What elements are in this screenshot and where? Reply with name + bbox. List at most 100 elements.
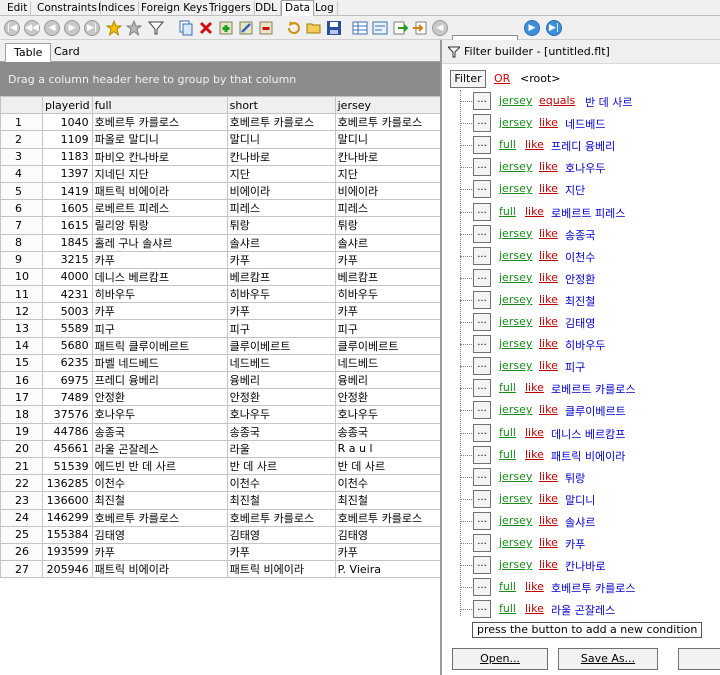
condition-menu-button[interactable]: ... (473, 401, 491, 420)
column-header-rownum[interactable] (0, 95, 43, 115)
jersey-cell[interactable]: 히바우두 (334, 285, 445, 304)
playerid-cell[interactable]: 205946 (42, 560, 93, 579)
limit-last-icon[interactable]: ▶| (546, 20, 562, 36)
jersey-cell[interactable]: 클루이베르트 (334, 336, 445, 355)
condition-menu-button[interactable]: ... (473, 335, 491, 354)
playerid-cell[interactable]: 37576 (42, 405, 93, 424)
filter-condition[interactable]: ... full like 데니스 베르캄프 (460, 423, 720, 443)
playerid-cell[interactable]: 136600 (42, 491, 93, 510)
full-cell[interactable]: 릴리앙 튀랑 (91, 216, 228, 235)
jersey-cell[interactable]: 김태영 (334, 525, 445, 544)
condition-field[interactable]: full (499, 448, 516, 461)
filter-condition[interactable]: ... jersey like 네드베드 (460, 113, 720, 133)
condition-field[interactable]: jersey (499, 403, 532, 416)
tab-edit[interactable]: Edit (4, 1, 32, 16)
full-cell[interactable]: 홀레 구나 솔샤르 (91, 233, 228, 252)
tab-data[interactable]: Data (281, 0, 315, 16)
tab-constraints[interactable]: Constraints (34, 1, 101, 16)
condition-value[interactable]: 로베르트 카를로스 (551, 381, 635, 397)
filter-condition[interactable]: ... jersey like 클루이베르트 (460, 400, 720, 420)
playerid-cell[interactable]: 6975 (42, 370, 93, 390)
condition-menu-button[interactable]: ... (473, 268, 491, 287)
short-cell[interactable]: 호베르투 카를로스 (226, 113, 336, 132)
column-header-full[interactable]: full (91, 95, 228, 115)
table-row[interactable]: 6 1605 로베르트 피레스 피레스 피레스 (0, 199, 445, 218)
filter-condition[interactable]: ... jersey like 카푸 (460, 533, 720, 553)
table-row[interactable]: 15 6235 파벨 네드베드 네드베드 네드베드 (0, 353, 445, 373)
condition-operator[interactable]: like (539, 271, 558, 284)
condition-value[interactable]: 네드베드 (565, 116, 605, 132)
import-icon[interactable] (412, 20, 428, 36)
full-cell[interactable]: 히바우두 (91, 285, 228, 304)
table-row[interactable]: 17 7489 안정환 안정환 안정환 (0, 388, 445, 407)
condition-menu-button[interactable]: ... (473, 92, 491, 110)
condition-value[interactable]: 이천수 (565, 249, 595, 265)
filter-condition[interactable]: ... jersey like 안정환 (460, 268, 720, 288)
last-record-icon[interactable]: ▶| (84, 20, 100, 36)
condition-operator[interactable]: like (539, 558, 558, 571)
condition-value[interactable]: 김태영 (565, 315, 595, 331)
filter-condition[interactable]: ... full like 호베르투 카를로스 (460, 577, 720, 597)
condition-field[interactable]: jersey (499, 514, 532, 527)
table-row[interactable]: 3 1183 파비오 칸나바로 칸나바로 칸나바로 (0, 147, 445, 166)
filter-condition[interactable]: ... jersey equals 반 데 사르 (460, 91, 720, 111)
tab-log[interactable]: Log (312, 1, 338, 16)
full-cell[interactable]: 이천수 (91, 474, 228, 493)
playerid-cell[interactable]: 4231 (42, 285, 93, 304)
short-cell[interactable]: 안정환 (226, 388, 336, 407)
extra-button[interactable] (678, 648, 720, 670)
table-row[interactable]: 19 44786 송종국 송종국 송종국 (0, 422, 445, 441)
playerid-cell[interactable]: 1615 (42, 216, 93, 235)
filter-condition[interactable]: ... jersey like 솔샤르 (460, 511, 720, 531)
filter-button[interactable]: Filter (450, 70, 486, 88)
filter-condition[interactable]: ... full like 프레디 융베리 (460, 135, 720, 155)
condition-menu-button[interactable]: ... (473, 224, 491, 243)
full-cell[interactable]: 프레디 융베리 (91, 370, 228, 390)
condition-operator[interactable]: like (539, 470, 558, 483)
next-record-icon[interactable]: ▶ (64, 20, 80, 36)
table-row[interactable]: 2 1109 파올로 말디니 말디니 말디니 (0, 130, 445, 149)
condition-field[interactable]: jersey (499, 536, 532, 549)
filter-condition[interactable]: ... full like 로베르트 카를로스 (460, 378, 720, 398)
filter-icon[interactable] (147, 20, 165, 36)
playerid-cell[interactable]: 5589 (42, 319, 93, 338)
condition-value[interactable]: 안정환 (565, 271, 595, 287)
full-cell[interactable]: 호베르투 카를로스 (91, 113, 228, 132)
condition-menu-button[interactable]: ... (473, 313, 491, 331)
condition-field[interactable]: jersey (499, 160, 532, 173)
playerid-cell[interactable]: 1109 (42, 130, 93, 149)
jersey-cell[interactable]: 비에이라 (334, 181, 445, 201)
filter-condition[interactable]: ... jersey like 말디니 (460, 489, 720, 509)
condition-field[interactable]: jersey (499, 337, 532, 350)
jersey-cell[interactable]: R a u l (334, 439, 445, 458)
condition-menu-button[interactable]: ... (473, 158, 491, 177)
short-cell[interactable]: 최진철 (226, 491, 336, 510)
playerid-cell[interactable]: 136285 (42, 474, 93, 493)
condition-value[interactable]: 반 데 사르 (585, 94, 632, 110)
playerid-cell[interactable]: 1040 (42, 113, 93, 132)
filter-condition[interactable]: ... jersey like 김태영 (460, 312, 720, 332)
jersey-cell[interactable]: 반 데 사르 (334, 456, 445, 476)
limit-next-icon[interactable]: ▶ (524, 20, 540, 36)
copy-icon[interactable] (178, 20, 194, 36)
jersey-cell[interactable]: 송종국 (334, 422, 445, 441)
tab-indices[interactable]: Indices (95, 1, 140, 16)
full-cell[interactable]: 김태영 (91, 525, 228, 544)
filter-condition[interactable]: ... jersey like 호나우두 (460, 157, 720, 177)
short-cell[interactable]: 베르캄프 (226, 267, 336, 287)
short-cell[interactable]: 클루이베르트 (226, 336, 336, 355)
short-cell[interactable]: 호베르투 카를로스 (226, 508, 336, 527)
condition-value[interactable]: 클루이베르트 (565, 403, 626, 419)
condition-field[interactable]: jersey (499, 293, 532, 306)
full-cell[interactable]: 카푸 (91, 302, 228, 321)
limit-down-icon[interactable]: ◀ (432, 20, 448, 36)
condition-value[interactable]: 라울 곤잘레스 (551, 602, 615, 618)
table-row[interactable]: 27 205946 패트릭 비에이라 패트릭 비에이라 P. Vieira (0, 560, 445, 579)
condition-field[interactable]: jersey (499, 116, 532, 129)
filter-condition[interactable]: ... jersey like 송종국 (460, 224, 720, 244)
jersey-cell[interactable]: 호나우두 (334, 405, 445, 424)
condition-operator[interactable]: like (525, 426, 544, 439)
column-header-playerid[interactable]: playerid (42, 95, 93, 115)
condition-value[interactable]: 칸나바로 (565, 558, 605, 574)
playerid-cell[interactable]: 1183 (42, 147, 93, 166)
